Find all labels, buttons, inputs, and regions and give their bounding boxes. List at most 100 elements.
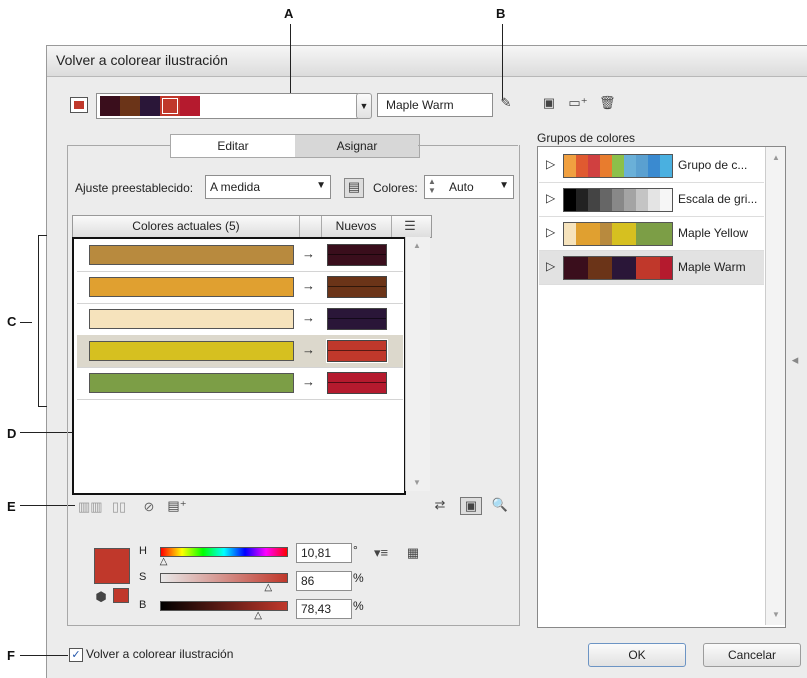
stepper-arrows-icon[interactable]: ▲ ▼ (428, 177, 436, 195)
group-color-swatch (648, 189, 660, 211)
preset-value: A medida (210, 180, 261, 194)
group-color-swatch (588, 189, 600, 211)
expand-triangle-icon[interactable]: ▷ (546, 259, 555, 273)
group-color-swatch (588, 257, 600, 279)
randomly-change-order-icon[interactable]: ⇄ (430, 497, 450, 513)
s-slider-thumb[interactable]: △ (264, 582, 272, 593)
color-group-row[interactable]: ▷ Escala de gri... (539, 183, 764, 217)
arrow-icon[interactable]: → (302, 278, 315, 293)
expand-triangle-icon[interactable]: ▷ (546, 191, 555, 205)
header-current-colors[interactable]: Colores actuales (5) (73, 216, 300, 237)
table-row[interactable]: → (77, 303, 403, 336)
color-group-strip[interactable] (96, 93, 358, 119)
arrow-icon[interactable]: → (302, 374, 315, 389)
group-color-swatch (648, 155, 660, 177)
preset-select[interactable]: A medida ▼ (205, 175, 331, 199)
s-value-field[interactable]: 86 (296, 571, 352, 591)
table-row[interactable]: → (77, 271, 403, 304)
randomly-change-saturation-icon[interactable]: ▣ (460, 497, 482, 515)
group-color-swatch (660, 189, 672, 211)
separate-colors-icon[interactable]: ▯▯ (108, 499, 130, 515)
find-color-icon[interactable]: 🔍 (490, 497, 510, 513)
color-reduction-options-icon[interactable]: ▤ (344, 178, 364, 198)
group-swatch[interactable] (140, 96, 160, 116)
b-value-field[interactable]: 78,43 (296, 599, 352, 619)
header-new-colors[interactable]: Nuevos (321, 216, 392, 237)
new-row-icon[interactable]: ▤⁺ (167, 498, 187, 514)
ok-button[interactable]: OK (588, 643, 686, 667)
group-name-field[interactable]: Maple Warm (377, 93, 493, 117)
group-color-swatch (600, 257, 612, 279)
color-group-row[interactable]: ▷ Maple Yellow (539, 217, 764, 251)
scroll-up-icon[interactable]: ▲ (772, 153, 780, 162)
group-color-swatch (636, 223, 648, 245)
cube-icon[interactable]: ⬢ (94, 589, 108, 605)
group-color-swatch (600, 223, 612, 245)
merge-colors-icon[interactable]: ▥▥ (78, 499, 103, 515)
chevron-down-icon: ▼ (316, 180, 326, 191)
current-color-bar[interactable] (89, 309, 294, 329)
new-color-swatch[interactable] (326, 339, 388, 363)
s-slider[interactable]: △ (160, 573, 288, 593)
new-color-swatch[interactable] (327, 244, 387, 266)
panel-border-left (67, 145, 170, 146)
b-slider[interactable]: △ (160, 601, 288, 621)
expand-triangle-icon[interactable]: ▷ (546, 225, 555, 239)
group-color-swatch (576, 257, 588, 279)
cancel-button[interactable]: Cancelar (703, 643, 801, 667)
color-group-row[interactable]: ▷ Grupo de c... (539, 149, 764, 183)
h-value-field[interactable]: 10,81 (296, 543, 352, 563)
b-slider-thumb[interactable]: △ (254, 610, 262, 621)
group-color-swatch (648, 223, 660, 245)
colors-value: Auto (449, 180, 474, 194)
new-color-swatch[interactable] (327, 308, 387, 330)
group-swatch[interactable] (180, 96, 200, 116)
group-swatch-strip (563, 256, 673, 280)
expand-triangle-icon[interactable]: ▷ (546, 157, 555, 171)
group-swatch[interactable] (120, 96, 140, 116)
new-color-swatch[interactable] (327, 276, 387, 298)
scroll-down-icon[interactable]: ▼ (413, 478, 421, 487)
collapse-panel-icon[interactable]: ◂ (789, 352, 801, 368)
group-color-swatch (660, 155, 672, 177)
new-group-icon[interactable]: ▭⁺ (567, 95, 589, 111)
exclude-colors-icon[interactable]: ⊘ (139, 499, 159, 515)
column-options-icon[interactable]: ☰ (395, 218, 425, 234)
arrow-icon[interactable]: → (302, 246, 315, 261)
group-color-swatch (612, 189, 624, 211)
group-swatch[interactable] (100, 96, 120, 116)
panel-menu-icon[interactable]: ▾≡ (372, 545, 390, 561)
current-color-bar[interactable] (89, 245, 294, 265)
groups-scrollbar[interactable]: ▲ ▼ (765, 147, 785, 625)
current-color-bar[interactable] (89, 373, 294, 393)
colors-stepper[interactable]: ▲ ▼ Auto ▼ (424, 175, 514, 199)
current-color-bar[interactable] (89, 277, 294, 297)
new-color-swatch[interactable] (327, 372, 387, 394)
table-row[interactable]: → (77, 335, 403, 368)
table-scrollbar[interactable]: ▲ ▼ (405, 237, 430, 491)
table-row[interactable]: → (77, 239, 403, 272)
h-slider[interactable]: △ (160, 547, 288, 567)
delete-group-icon[interactable]: 🗑 (599, 95, 616, 111)
out-of-gamut-swatch[interactable] (113, 588, 129, 603)
active-color-chip[interactable] (70, 97, 88, 113)
leader-b (502, 24, 503, 100)
group-dropdown-button[interactable]: ▼ (356, 93, 372, 119)
group-color-swatch (576, 155, 588, 177)
color-mode-grid-icon[interactable]: ▦ (403, 545, 423, 561)
current-color-bar[interactable] (89, 341, 294, 361)
color-group-row[interactable]: ▷ Maple Warm (539, 251, 764, 285)
recolor-art-checkbox[interactable]: ✓ (69, 648, 83, 662)
group-color-swatch (588, 223, 600, 245)
group-swatch[interactable] (160, 96, 180, 116)
edit-group-name-icon[interactable]: ✎ (496, 95, 516, 115)
save-group-icon[interactable]: ▣ (541, 95, 557, 111)
scroll-up-icon[interactable]: ▲ (413, 241, 421, 250)
group-color-swatch (588, 155, 600, 177)
arrow-icon[interactable]: → (302, 342, 315, 357)
b-unit: % (353, 599, 364, 613)
scroll-down-icon[interactable]: ▼ (772, 610, 780, 619)
table-row[interactable]: → (77, 367, 403, 400)
h-slider-thumb[interactable]: △ (160, 556, 168, 567)
arrow-icon[interactable]: → (302, 310, 315, 325)
